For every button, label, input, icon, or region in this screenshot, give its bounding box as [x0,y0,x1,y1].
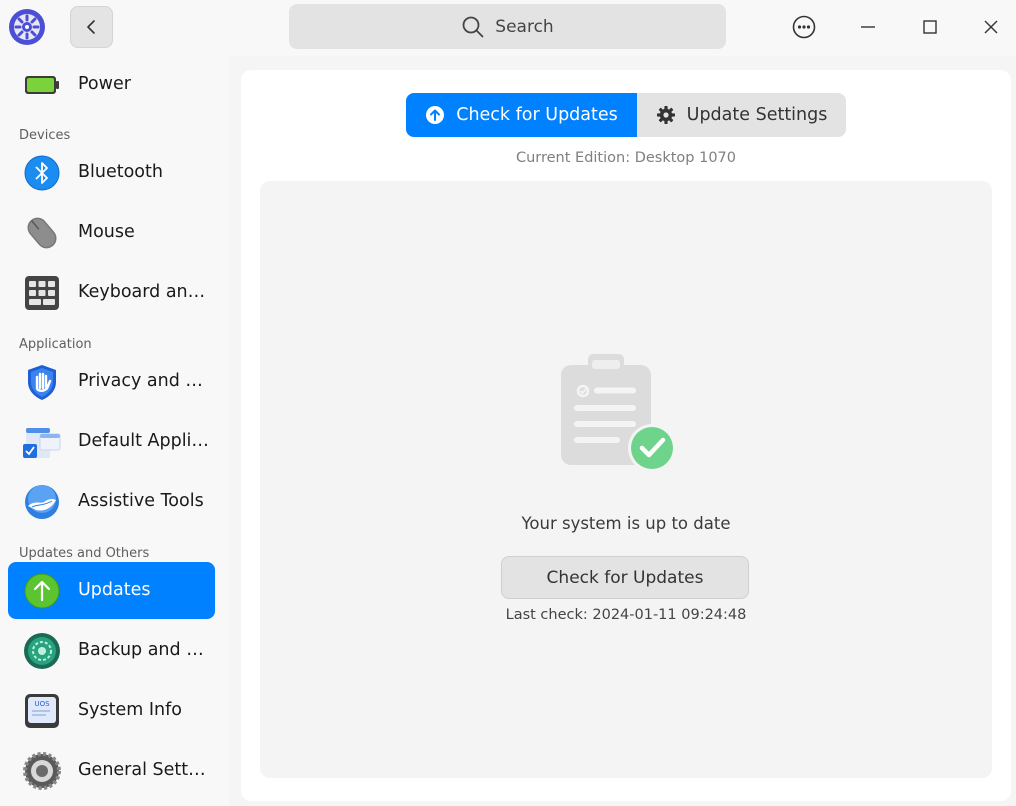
sidebar-item-general-settings[interactable]: General Sett… [8,742,215,799]
tab-label: Check for Updates [456,105,618,125]
sidebar-item-label: Updates [78,580,151,600]
default-apps-icon [22,422,62,462]
last-check-timestamp: Last check: 2024-01-11 09:24:48 [505,607,747,623]
sidebar-item-label: Keyboard an… [78,282,206,302]
sidebar-item-label: Mouse [78,222,135,242]
sidebar-group-application: Application [19,337,92,352]
sidebar-item-label: General Sett… [78,760,206,780]
updates-arrow-icon [22,571,62,611]
keyboard-icon [22,273,62,313]
title-bar: Search [0,0,1016,56]
sidebar-item-privacy[interactable]: Privacy and … [8,353,215,410]
tab-check-for-updates[interactable]: Check for Updates [406,93,637,137]
sidebar-item-keyboard[interactable]: Keyboard an… [8,264,215,321]
sidebar-item-default-apps[interactable]: Default Appli… [8,413,215,470]
minimize-button[interactable] [848,8,888,46]
sidebar-item-label: System Info [78,700,182,720]
update-status-text: Your system is up to date [521,514,731,533]
sidebar-item-system-info[interactable]: UOS System Info [8,682,215,739]
sidebar-item-assistive-tools[interactable]: Assistive Tools [8,473,215,530]
check-for-updates-button[interactable]: Check for Updates [501,556,749,599]
sidebar-group-devices: Devices [19,128,71,143]
sidebar-item-label: Default Appli… [78,431,209,451]
sidebar-item-bluetooth[interactable]: Bluetooth [8,144,215,201]
main-content: Check for Updates Update Settings Curren… [241,70,1011,801]
battery-icon [22,65,62,105]
sidebar-item-label: Backup and … [78,640,204,660]
bluetooth-icon [22,153,62,193]
sidebar-item-backup[interactable]: Backup and … [8,622,215,679]
sidebar-item-updates[interactable]: Updates [8,562,215,619]
sidebar-item-label: Bluetooth [78,162,163,182]
assistive-tools-icon [22,482,62,522]
sidebar-item-power[interactable]: Power [8,56,215,113]
gear-icon [656,106,675,124]
close-icon [984,20,998,34]
tab-label: Update Settings [686,105,828,125]
privacy-shield-icon [22,362,62,402]
maximize-icon [923,20,937,34]
clipboard-check-icon [558,351,683,476]
general-settings-gear-icon [22,751,62,791]
current-edition-text: Current Edition: Desktop 1070 [515,150,737,166]
sidebar-item-label: Power [78,74,131,94]
upload-circle-icon [426,106,445,124]
minimize-icon [861,26,875,28]
check-for-updates-label: Check for Updates [546,567,704,588]
back-button[interactable] [70,6,113,48]
sidebar-item-label: Assistive Tools [78,491,204,511]
svg-text:UOS: UOS [34,700,50,708]
backup-icon [22,631,62,671]
sidebar-item-mouse[interactable]: Mouse [8,204,215,261]
close-button[interactable] [971,8,1011,46]
control-center-logo-icon [8,8,46,46]
sidebar: Power Devices Bluetooth Mouse Keyboard a… [0,56,229,806]
main-menu-button[interactable] [784,8,824,46]
search-input[interactable]: Search [289,4,726,49]
more-options-icon [792,15,816,39]
sidebar-group-updates-and-others: Updates and Others [19,546,150,561]
mouse-icon [22,213,62,253]
system-info-icon: UOS [22,691,62,731]
update-tabs: Check for Updates Update Settings [406,93,846,137]
maximize-button[interactable] [910,8,950,46]
tab-update-settings[interactable]: Update Settings [637,93,846,137]
search-placeholder: Search [495,16,554,37]
sidebar-item-label: Privacy and … [78,371,203,391]
chevron-left-icon [86,20,95,34]
search-icon [462,16,484,37]
update-status-panel: Your system is up to date Check for Upda… [260,181,992,778]
